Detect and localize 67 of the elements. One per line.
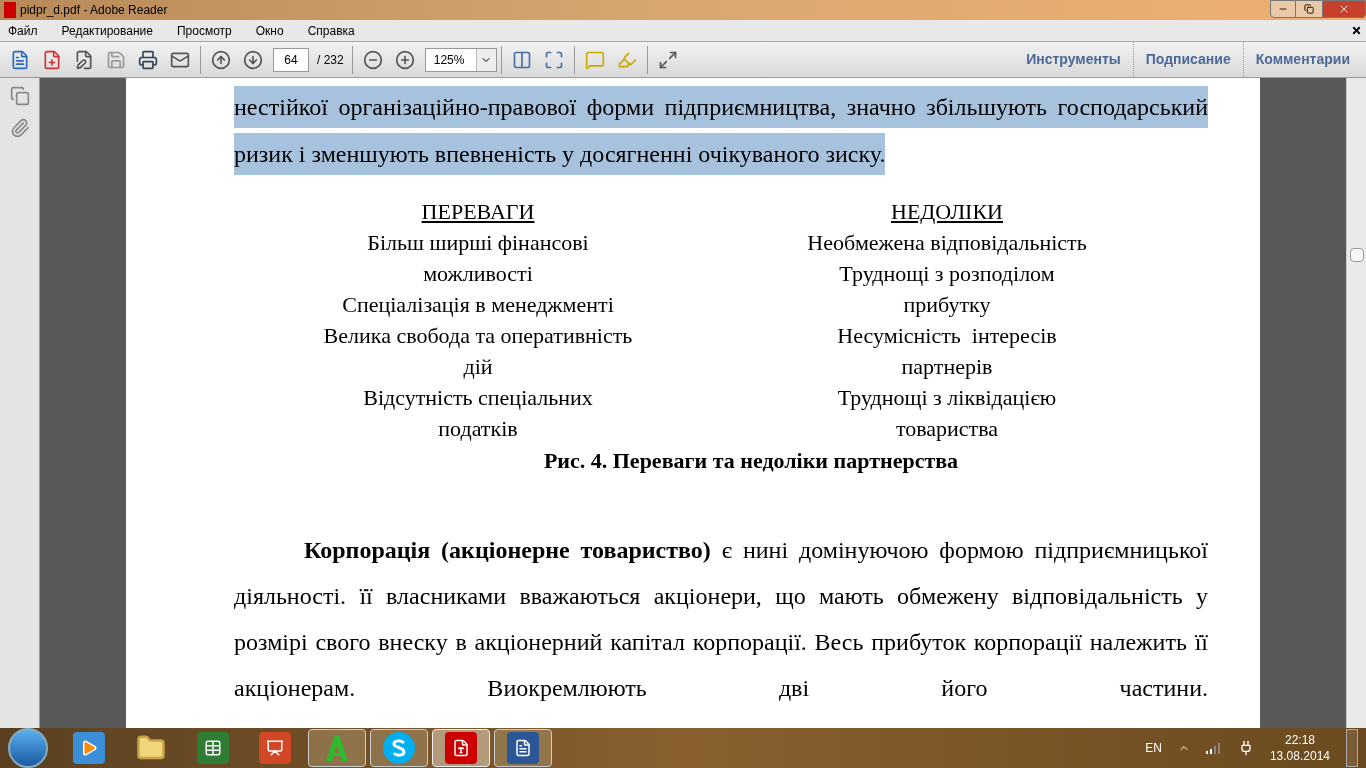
figure-line: Відсутність спеціальних [363,384,593,412]
menu-item[interactable]: Окно [251,21,288,40]
panel-tab[interactable]: Инструменты [1014,42,1133,77]
start-button[interactable] [8,728,48,768]
page-number-field[interactable]: 64 [273,47,309,72]
panel-tab[interactable]: Подписание [1132,42,1243,77]
column-heading: ПЕРЕВАГИ [421,198,535,226]
highlighter-icon [616,49,637,70]
zoom-dropdown[interactable]: 125% [424,47,497,72]
figure-line: Більш ширші фінансові [367,229,589,257]
printer-icon [138,49,158,70]
expand-icon [543,49,564,70]
signal-icon[interactable] [1205,742,1222,754]
menu-item[interactable]: Справка [303,21,359,40]
page-total: / 232 [317,51,344,69]
diagonal-arrows-icon [657,49,678,70]
figure-line: можливості [423,260,533,288]
figure-caption: Рис. 4. Переваги та недоліки партнерства [542,447,960,475]
language-indicator[interactable]: EN [1145,739,1162,757]
figure-line: Велика свобода та оперативність [323,322,633,350]
taskbar-app[interactable] [494,729,552,767]
pdf-icon [4,2,16,18]
menu-item[interactable]: Редактирование [57,21,157,40]
save-icon [106,49,126,70]
figure-line: товариства [895,415,999,443]
figure-line: Несумісність інтересів [837,322,1057,350]
close-icon [1338,3,1350,15]
figure-line: Труднощі з ліквідацією [837,384,1057,412]
document-icon [10,49,30,70]
figure-line: прибутку [903,291,991,319]
plus-icon [394,49,415,70]
figure-line: Труднощі з розподілом [839,260,1055,288]
minus-icon [362,49,383,70]
spreadsheet-icon [197,732,229,764]
clock[interactable]: 22:18 13.08.2014 [1269,732,1330,764]
close-icon[interactable] [1351,25,1362,36]
presentation-icon [259,732,291,764]
file-plus-icon [42,49,62,70]
figure-line: Спеціалізація в менеджменті [342,291,614,319]
columns-icon [511,49,532,70]
window-title: pidpr_d.pdf - Adobe Reader [20,2,168,19]
menu-item[interactable]: Файл [4,21,42,40]
panel-tab[interactable]: Комментарии [1242,42,1362,77]
restore-icon [1304,4,1314,14]
skype-icon [383,732,415,764]
speech-bubble-icon [584,49,605,70]
restore-button[interactable] [1296,0,1322,18]
paragraph: Корпорація (акціонерне товариство) є нині домінуючою формою підприємницької діяльності. її власниками вважаються акціонери, що мають обмежену відповідальність у розмірі свого внеску в акціонерний капітал корпорації. Весь прибуток корпорації належить її акціонерам. Виокремлюють дві його частини. [234,536,1208,703]
arrow-up-icon [211,49,231,70]
figure-line: Необмежена відповідальність [807,229,1087,257]
minimize-button[interactable] [1270,0,1296,18]
attachment-icon[interactable] [9,118,30,138]
scrollbar[interactable] [1346,78,1366,728]
menu-item[interactable]: Просмотр [172,21,236,40]
paragraph: нестійкої організаційно-правової форми підприємництва, значно збільшують господарський ризик і зменшують впевненість у досягненні очікуваного зиску. [234,84,1208,178]
taskbar-app[interactable] [370,729,428,767]
show-desktop-button[interactable] [1346,729,1358,767]
figure-line: дій [463,353,493,381]
figure-line: партнерів [901,353,993,381]
pdf-icon [445,732,477,764]
pages-icon[interactable] [9,86,30,106]
document-icon [507,732,539,764]
media-player-icon [73,732,105,764]
column-heading: НЕДОЛІКИ [891,198,1003,226]
figure-line: податків [438,415,518,443]
arrow-down-icon [243,49,263,70]
pen-document-icon [74,49,94,70]
